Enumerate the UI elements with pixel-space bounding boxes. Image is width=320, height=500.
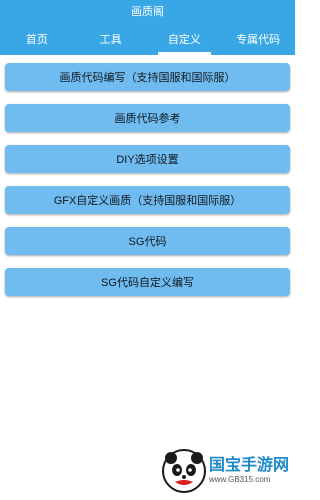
watermark-url: www.GB315.com bbox=[209, 475, 271, 484]
app-title: 画质阁 bbox=[131, 6, 164, 18]
tab-custom[interactable]: 自定义 bbox=[148, 30, 222, 55]
watermark-brand: 国宝手游网 bbox=[209, 457, 290, 474]
quality-code-reference-button[interactable]: 画质代码参考 bbox=[5, 104, 290, 132]
sg-code-custom-editor-button[interactable]: SG代码自定义编写 bbox=[5, 268, 290, 296]
quality-code-editor-button[interactable]: 画质代码编写（支持国服和国际服） bbox=[5, 63, 290, 91]
panda-logo-icon bbox=[162, 449, 206, 493]
gfx-custom-quality-button[interactable]: GFX自定义画质（支持国服和国际服） bbox=[5, 186, 290, 214]
diy-options-button[interactable]: DIY选项设置 bbox=[5, 145, 290, 173]
watermark: 国宝手游网 www.GB315.com bbox=[161, 448, 291, 494]
tab-bar: 首页 工具 自定义 专属代码 bbox=[0, 30, 295, 55]
sg-code-button[interactable]: SG代码 bbox=[5, 227, 290, 255]
button-list: 画质代码编写（支持国服和国际服） 画质代码参考 DIY选项设置 GFX自定义画质… bbox=[0, 55, 295, 296]
app-bar: 画质阁 首页 工具 自定义 专属代码 bbox=[0, 0, 295, 55]
tab-tools[interactable]: 工具 bbox=[74, 30, 148, 55]
tab-home[interactable]: 首页 bbox=[0, 30, 74, 55]
tab-exclusive-code[interactable]: 专属代码 bbox=[221, 30, 295, 55]
